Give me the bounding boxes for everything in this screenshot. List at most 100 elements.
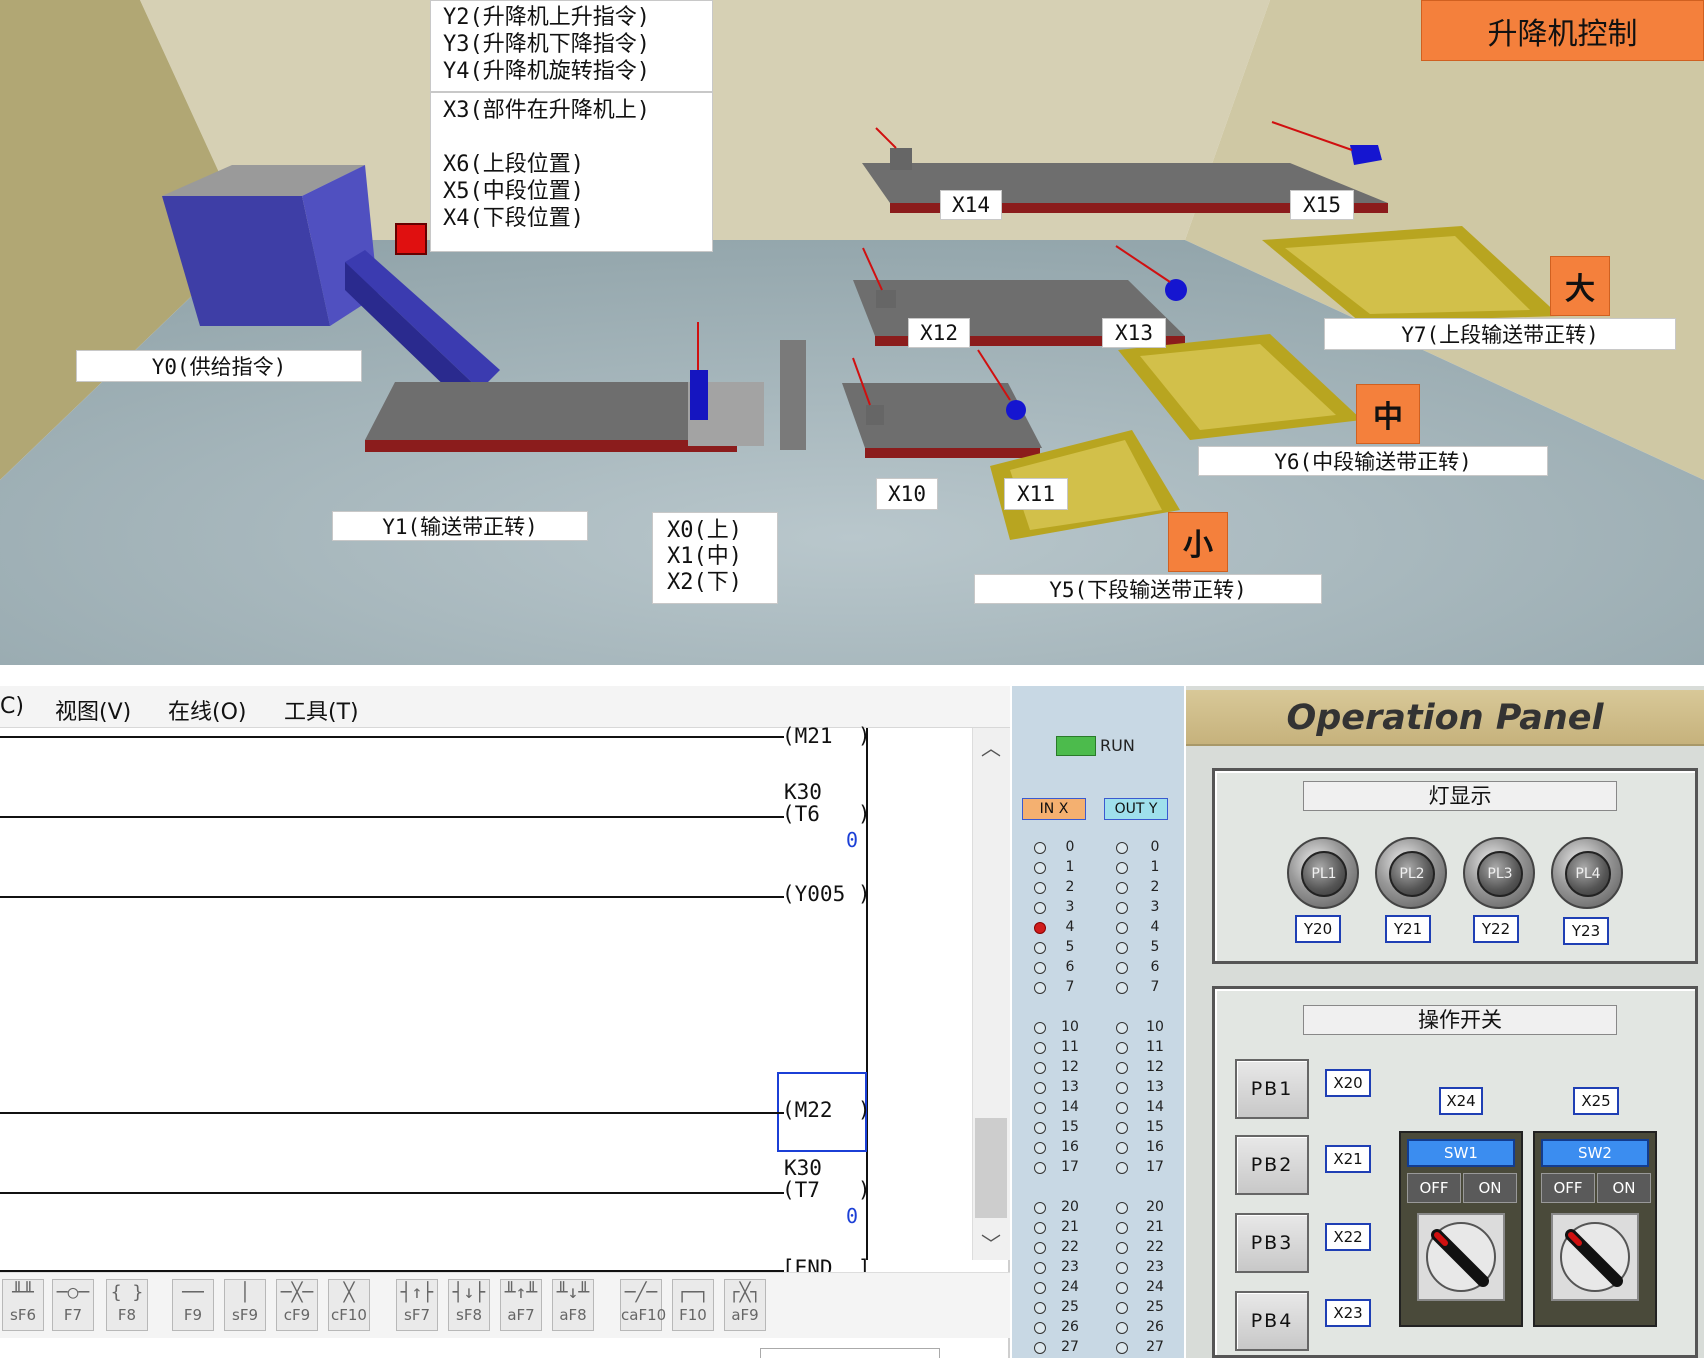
tool-icon: ─╳─ bbox=[280, 1282, 314, 1303]
coil-m22[interactable]: (M22 ) bbox=[782, 1098, 871, 1122]
tool-key: F8 bbox=[117, 1306, 137, 1324]
contact-parallel-button[interactable]: ╨╨ sF6 bbox=[2, 1279, 44, 1331]
input-number: 27 bbox=[1061, 1339, 1079, 1355]
rising-edge-parallel-button[interactable]: ╨↑╨ aF7 bbox=[500, 1279, 542, 1331]
elevator-inputs-label: X3(部件在升降机上) X6(上段位置) X5(中段位置) X4(下段位置) bbox=[430, 92, 713, 252]
io-row: 20 20 bbox=[1012, 1198, 1184, 1218]
tool-icon: ┌─┐ bbox=[676, 1282, 710, 1303]
pb4-button[interactable]: PB4 bbox=[1235, 1291, 1309, 1351]
output-led bbox=[1116, 1142, 1128, 1154]
pb3-button[interactable]: PB3 bbox=[1235, 1213, 1309, 1273]
invert-button[interactable]: ─╱─ caF10 bbox=[620, 1279, 666, 1331]
rung-line[interactable] bbox=[0, 896, 784, 898]
instruction-button[interactable]: { } F8 bbox=[106, 1279, 148, 1331]
menu-item-view[interactable]: 视图(V) bbox=[55, 694, 131, 726]
button-address: X21 bbox=[1325, 1145, 1371, 1173]
delete-vertical-button[interactable]: ╳ cF10 bbox=[328, 1279, 370, 1331]
pb1-button[interactable]: PB1 bbox=[1235, 1059, 1309, 1119]
ladder-diagram[interactable]: (M21 ) K30 (T6 ) 0 (Y005 ) (M22 ) K30 (T… bbox=[0, 724, 972, 1280]
input-number: 10 bbox=[1061, 1019, 1079, 1035]
rung-line[interactable] bbox=[0, 1192, 784, 1194]
input-number: 16 bbox=[1061, 1139, 1079, 1155]
rotary-knob-icon[interactable] bbox=[1551, 1213, 1639, 1301]
sw2-switch[interactable]: SW2 OFF ON bbox=[1533, 1131, 1657, 1327]
tool-icon: ┤↓├ bbox=[452, 1282, 486, 1303]
input-led bbox=[1034, 1022, 1046, 1034]
tool-key: cF10 bbox=[331, 1306, 367, 1324]
output-led bbox=[1116, 1202, 1128, 1214]
x10-label: X10 bbox=[876, 478, 938, 510]
button-address: X20 bbox=[1325, 1069, 1371, 1097]
lamp-address: Y20 bbox=[1295, 915, 1341, 943]
output-led bbox=[1116, 842, 1128, 854]
output-number: 16 bbox=[1146, 1139, 1164, 1155]
output-number: 22 bbox=[1146, 1239, 1164, 1255]
output-number: 14 bbox=[1146, 1099, 1164, 1115]
input-number: 25 bbox=[1061, 1299, 1079, 1315]
rung-line[interactable] bbox=[0, 816, 784, 818]
pb2-button[interactable]: PB2 bbox=[1235, 1135, 1309, 1195]
timer-current-value: 0 bbox=[846, 828, 859, 852]
io-row: 22 bbox=[1012, 878, 1184, 898]
input-led bbox=[1034, 1302, 1046, 1314]
io-row: 22 22 bbox=[1012, 1238, 1184, 1258]
scroll-up-icon[interactable]: ︿ bbox=[981, 732, 1001, 761]
scroll-thumb[interactable] bbox=[975, 1118, 1007, 1218]
menu-item-edit[interactable]: C) bbox=[0, 694, 24, 719]
rung-line[interactable] bbox=[0, 736, 784, 738]
delete-horizontal-button[interactable]: ─╳─ cF9 bbox=[276, 1279, 318, 1331]
menu-item-tools[interactable]: 工具(T) bbox=[284, 694, 359, 726]
vertical-line-button[interactable]: │ sF9 bbox=[224, 1279, 266, 1331]
switch-group-title: 操作开关 bbox=[1303, 1005, 1617, 1035]
io-row: 17 17 bbox=[1012, 1158, 1184, 1178]
horizontal-line-button[interactable]: ── F9 bbox=[172, 1279, 214, 1331]
io-row: 27 27 bbox=[1012, 1338, 1184, 1358]
scroll-down-icon[interactable]: ﹀ bbox=[981, 1228, 1001, 1257]
input-number: 20 bbox=[1061, 1199, 1079, 1215]
io-monitor: RUN IN X OUT Y 0 0 1 1 2 2 3 3 4 4 5 5 6 6 7 7 10 10 11 11 1… bbox=[1012, 686, 1184, 1358]
lamp-address: Y23 bbox=[1563, 917, 1609, 945]
lamp-group: 灯显示 PL1 PL2 PL3 PL4 Y20 Y21 Y22 Y23 bbox=[1212, 768, 1698, 964]
output-number: 1 bbox=[1150, 859, 1160, 875]
io-row: 23 23 bbox=[1012, 1258, 1184, 1278]
simulation-view: 升降机控制 Y2(升降机上升指令) Y3(升降机下降指令) Y4(升降机旋转指令… bbox=[0, 0, 1704, 665]
status-bar-cell bbox=[760, 1348, 940, 1358]
tool-icon: ─╱─ bbox=[624, 1282, 658, 1303]
lamp-address: Y21 bbox=[1385, 915, 1431, 943]
coil-y005[interactable]: (Y005 ) bbox=[782, 882, 871, 906]
rung-line[interactable] bbox=[0, 1112, 784, 1114]
output-number: 26 bbox=[1146, 1319, 1164, 1335]
rotary-knob-icon[interactable] bbox=[1417, 1213, 1505, 1301]
menu-item-online[interactable]: 在线(O) bbox=[168, 694, 246, 726]
input-number: 12 bbox=[1061, 1059, 1079, 1075]
coil-m21[interactable]: (M21 ) bbox=[782, 724, 871, 748]
tool-key: aF8 bbox=[559, 1306, 587, 1324]
vertical-scrollbar[interactable]: ︿ ﹀ bbox=[972, 728, 1010, 1260]
sw1-switch[interactable]: SW1 OFF ON bbox=[1399, 1131, 1523, 1327]
operation-panel: Operation Panel 灯显示 PL1 PL2 PL3 PL4 Y20 … bbox=[1186, 686, 1704, 1358]
delete-operation-button[interactable]: ┌╳┐ aF9 bbox=[724, 1279, 766, 1331]
input-led bbox=[1034, 922, 1046, 934]
output-number: 17 bbox=[1146, 1159, 1164, 1175]
input-number: 13 bbox=[1061, 1079, 1079, 1095]
ladder-editor: C) 视图(V) 在线(O) 工具(T) (M21 ) K30 (T6 ) 0 … bbox=[0, 686, 1010, 1358]
coil-t7[interactable]: (T7 ) bbox=[782, 1178, 871, 1202]
tool-key: F10 bbox=[679, 1306, 707, 1324]
input-led bbox=[1034, 1142, 1046, 1154]
coil-button[interactable]: ─○─ F7 bbox=[52, 1279, 94, 1331]
input-led bbox=[1034, 1202, 1046, 1214]
falling-edge-button[interactable]: ┤↓├ sF8 bbox=[448, 1279, 490, 1331]
output-led bbox=[1116, 962, 1128, 974]
switch-on-label: ON bbox=[1597, 1173, 1651, 1203]
input-header: IN X bbox=[1022, 798, 1086, 820]
input-number: 21 bbox=[1061, 1219, 1079, 1235]
coil-t6[interactable]: (T6 ) bbox=[782, 802, 871, 826]
knob-graphic bbox=[1560, 1222, 1630, 1292]
operation-result-button[interactable]: ┌─┐ F10 bbox=[672, 1279, 714, 1331]
lamp-label: PL4 bbox=[1565, 851, 1611, 897]
falling-edge-parallel-button[interactable]: ╨↓╨ aF8 bbox=[552, 1279, 594, 1331]
input-led bbox=[1034, 902, 1046, 914]
rising-edge-button[interactable]: ┤↑├ sF7 bbox=[396, 1279, 438, 1331]
x12-label: X12 bbox=[908, 318, 970, 348]
output-led bbox=[1116, 1042, 1128, 1054]
